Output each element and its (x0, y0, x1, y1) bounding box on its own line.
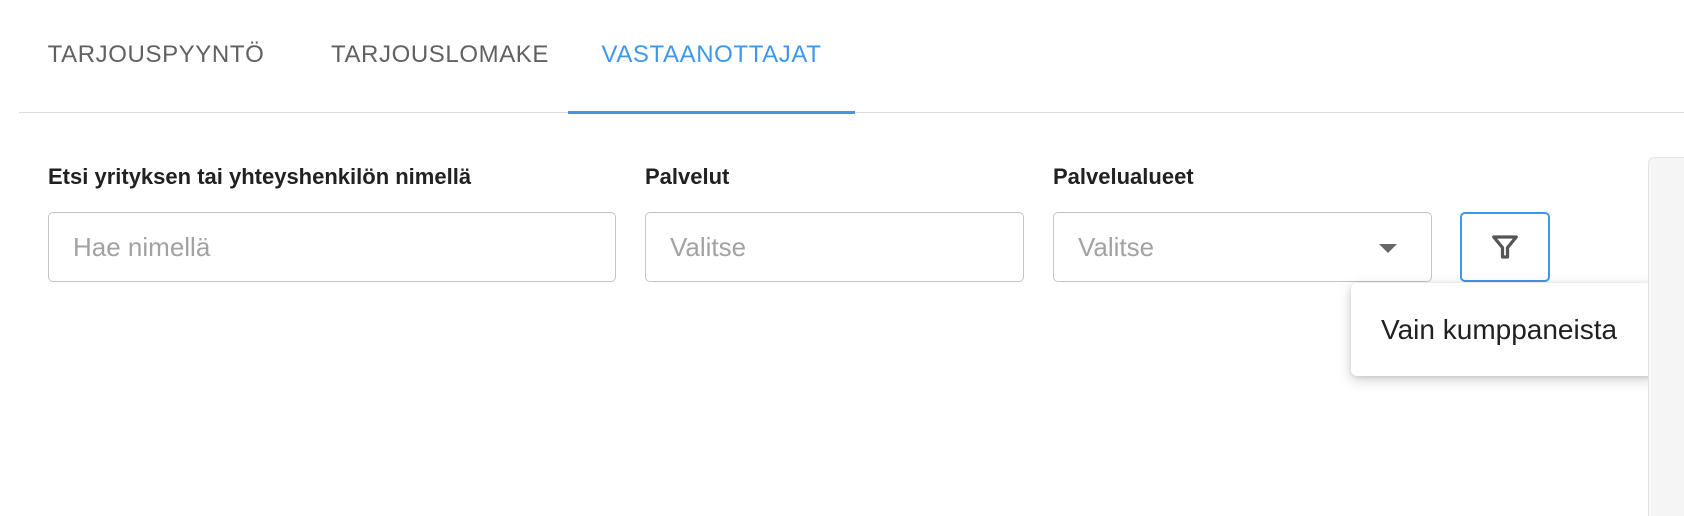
chevron-down-icon (1379, 244, 1397, 253)
services-select[interactable] (645, 212, 1024, 282)
filter-icon (1492, 235, 1518, 259)
tab-bar: TARJOUSPYYNTÖ TARJOUSLOMAKE VASTAANOTTAJ… (19, 0, 1684, 114)
tab-label: VASTAANOTTAJAT (601, 40, 822, 68)
tab-vastaanottajat[interactable]: VASTAANOTTAJAT (568, 0, 855, 114)
service-areas-placeholder: Valitse (1078, 231, 1155, 262)
services-label: Palvelut (645, 164, 730, 189)
menu-item-label: Vain kumppaneista (1381, 313, 1618, 345)
menu-item-vain-kumppaneista[interactable]: Vain kumppaneista (1351, 283, 1657, 376)
tab-label: TARJOUSLOMAKE (330, 40, 550, 68)
filter-button[interactable] (1460, 212, 1550, 282)
side-panel (1648, 157, 1684, 516)
search-input[interactable] (48, 212, 616, 282)
search-label: Etsi yrityksen tai yhteyshenkilön nimell… (48, 164, 472, 189)
service-areas-select[interactable]: Valitse (1053, 212, 1432, 282)
service-areas-label: Palvelualueet (1053, 164, 1194, 189)
tab-tarjouspyynto[interactable]: TARJOUSPYYNTÖ (19, 0, 293, 113)
tab-label: TARJOUSPYYNTÖ (47, 40, 265, 68)
tab-tarjouslomake[interactable]: TARJOUSLOMAKE (293, 0, 587, 113)
filter-dropdown-menu: Vain kumppaneista (1351, 283, 1657, 376)
